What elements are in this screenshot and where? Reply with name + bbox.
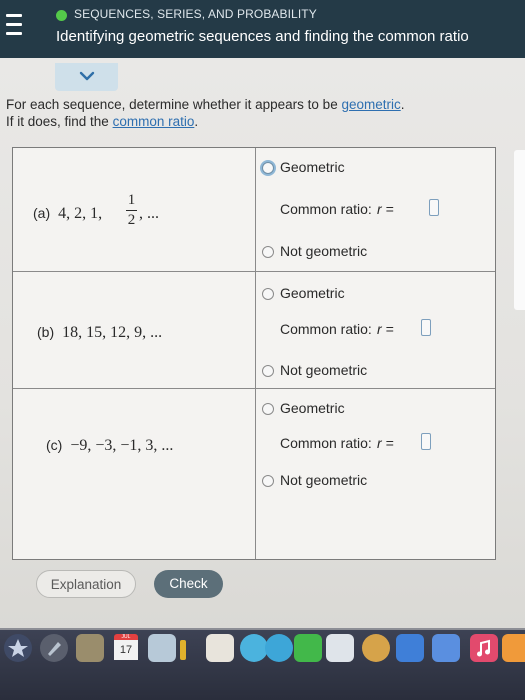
- keynote-app-icon[interactable]: [396, 634, 424, 662]
- notes-app-icon[interactable]: [76, 634, 104, 662]
- sequence-c-label: (c): [46, 437, 63, 453]
- text-tool-icon[interactable]: [432, 634, 460, 662]
- sequence-b-label: (b): [37, 324, 55, 340]
- facetime-app-icon[interactable]: [294, 634, 322, 662]
- option-not-geometric-a: Not geometric: [280, 243, 368, 259]
- option-geometric-a: Geometric: [280, 159, 345, 175]
- sequence-a-fraction: 1 2: [126, 192, 137, 229]
- instructions-text-2: If it does, find the: [6, 114, 113, 129]
- common-ratio-label-a: Common ratio:: [280, 201, 372, 217]
- option-geometric-c: Geometric: [280, 400, 345, 416]
- common-ratio-input-a[interactable]: [429, 199, 439, 216]
- radio-not-geometric-a[interactable]: [262, 246, 274, 258]
- fraction-denominator: 2: [127, 212, 136, 228]
- option-not-geometric-c: Not geometric: [280, 472, 368, 488]
- launchpad-icon[interactable]: [4, 634, 32, 662]
- geometric-link[interactable]: geometric: [341, 97, 400, 112]
- app-header: SEQUENCES, SERIES, AND PROBABILITY Ident…: [0, 0, 525, 58]
- menu-icon[interactable]: [6, 14, 22, 38]
- books-app-icon[interactable]: [502, 634, 525, 662]
- common-ratio-label-c: Common ratio:: [280, 435, 372, 451]
- photos-app-icon[interactable]: [206, 634, 234, 662]
- content-area: For each sequence, determine whether it …: [0, 58, 525, 630]
- radio-geometric-b[interactable]: [262, 288, 274, 300]
- sequence-c: (c) −9, −3, −1, 3, ...: [46, 437, 173, 455]
- calculator-app-icon[interactable]: [326, 634, 354, 662]
- sequence-a-label: (a): [33, 205, 51, 221]
- instructions: For each sequence, determine whether it …: [6, 96, 405, 130]
- instructions-text-1: For each sequence, determine whether it …: [6, 97, 342, 112]
- common-ratio-label-b: Common ratio:: [280, 321, 372, 337]
- ratio-var-a: r =: [377, 201, 394, 217]
- fraction-numerator: 1: [127, 192, 136, 208]
- topic-label: SEQUENCES, SERIES, AND PROBABILITY: [74, 7, 317, 21]
- rocket-app-icon[interactable]: [40, 634, 68, 662]
- ratio-var-b: r =: [377, 321, 394, 337]
- dock: JUL 17: [0, 630, 525, 700]
- column-divider: [255, 148, 256, 559]
- scrollbar[interactable]: [514, 150, 525, 310]
- music-app-icon[interactable]: [470, 634, 498, 662]
- sequence-b: (b) 18, 15, 12, 9, ...: [37, 324, 162, 342]
- explanation-button[interactable]: Explanation: [36, 570, 136, 598]
- messages-app-icon[interactable]: [240, 634, 268, 662]
- sequence-b-terms: 18, 15, 12, 9, ...: [62, 324, 163, 341]
- photos-flower-icon[interactable]: [362, 634, 390, 662]
- instructions-period-1: .: [400, 97, 405, 112]
- sequence-a-terms: 4, 2, 1,: [58, 205, 103, 222]
- row-divider: [13, 271, 495, 272]
- instructions-period-2: .: [194, 114, 199, 129]
- sequence-a: (a) 4, 2, 1,: [33, 205, 102, 223]
- radio-not-geometric-b[interactable]: [262, 365, 274, 377]
- common-ratio-link[interactable]: common ratio: [113, 114, 195, 129]
- ratio-var-c: r =: [377, 435, 394, 451]
- radio-geometric-c[interactable]: [262, 403, 274, 415]
- topic-status-icon: [56, 10, 67, 21]
- option-not-geometric-b: Not geometric: [280, 362, 368, 378]
- sequence-table: (a) 4, 2, 1, 1 2 , ... Geometric Common r…: [12, 147, 496, 560]
- preview-app-icon[interactable]: [148, 634, 176, 662]
- radio-not-geometric-c[interactable]: [262, 475, 274, 487]
- sequence-c-terms: −9, −3, −1, 3, ...: [70, 437, 174, 454]
- folder-icon[interactable]: [180, 640, 186, 660]
- collapse-toggle[interactable]: [55, 63, 118, 91]
- radio-geometric-a[interactable]: [262, 162, 274, 174]
- calendar-icon[interactable]: JUL 17: [110, 630, 142, 666]
- common-ratio-input-c[interactable]: [421, 433, 431, 450]
- page-title: Identifying geometric sequences and find…: [56, 28, 469, 45]
- sequence-a-suffix: , ...: [139, 205, 159, 222]
- option-geometric-b: Geometric: [280, 285, 345, 301]
- common-ratio-input-b[interactable]: [421, 319, 431, 336]
- chevron-down-icon: [79, 71, 95, 81]
- calendar-day: 17: [114, 640, 138, 660]
- row-divider: [13, 388, 495, 389]
- check-button[interactable]: Check: [154, 570, 223, 598]
- chat-app-icon[interactable]: [265, 634, 293, 662]
